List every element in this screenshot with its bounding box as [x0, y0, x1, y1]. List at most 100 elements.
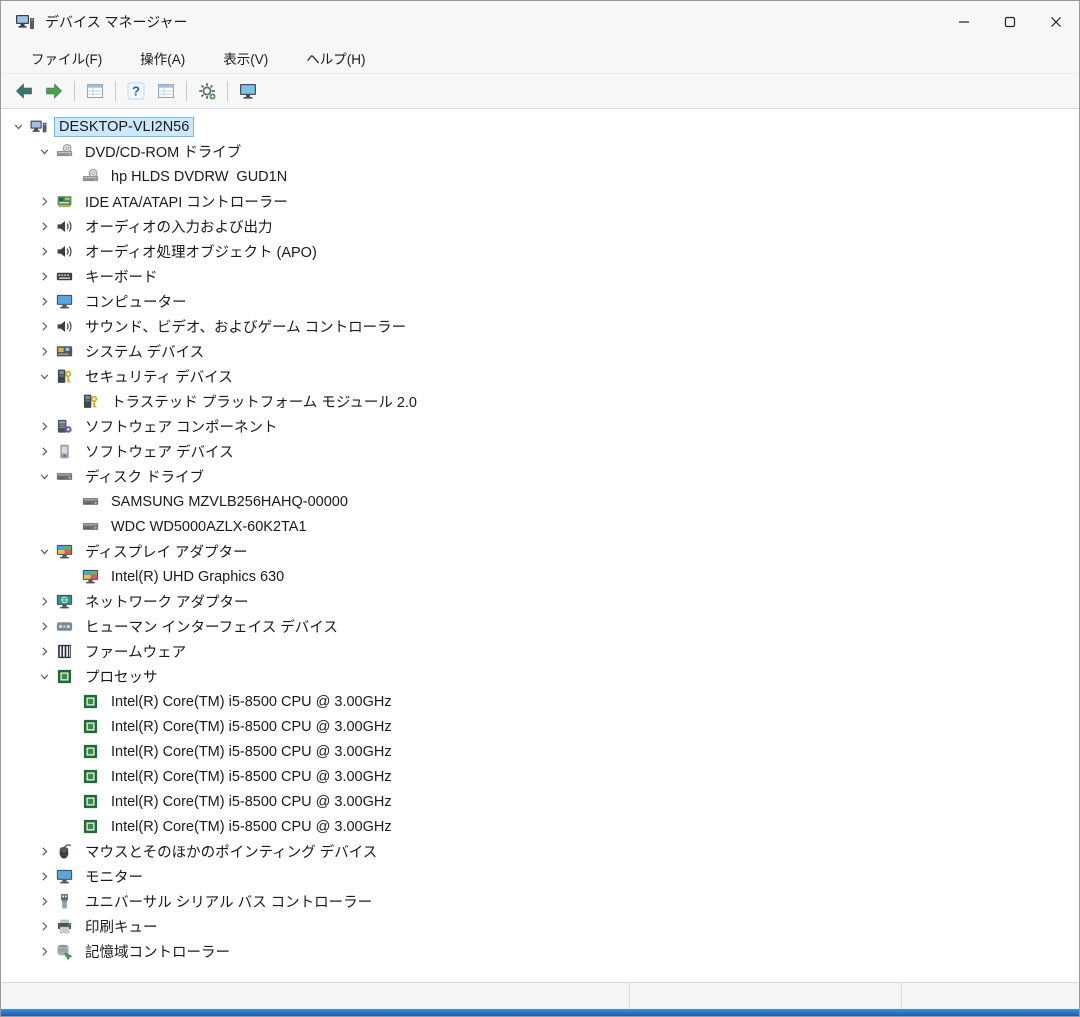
tree-item[interactable]: ソフトウェア デバイス	[1, 439, 1079, 464]
tree-item-label: コンピューター	[80, 289, 192, 314]
chevron-right-icon[interactable]	[33, 864, 55, 889]
show-console-tree-button[interactable]	[80, 77, 110, 105]
tree-item[interactable]: プロセッサ	[1, 664, 1079, 689]
tree-item[interactable]: ディスプレイ アダプター	[1, 539, 1079, 564]
tree-item[interactable]: ネットワーク アダプター	[1, 589, 1079, 614]
chevron-right-icon[interactable]	[33, 439, 55, 464]
forward-button[interactable]	[39, 77, 69, 105]
chevron-spacer	[59, 514, 81, 539]
chevron-right-icon[interactable]	[33, 314, 55, 339]
monitor-icon	[55, 868, 73, 886]
dvd-drive-icon	[55, 143, 73, 161]
chevron-right-icon[interactable]	[33, 889, 55, 914]
software-component-icon	[55, 418, 73, 436]
tree-item[interactable]: モニター	[1, 864, 1079, 889]
tree-item[interactable]: システム デバイス	[1, 339, 1079, 364]
system-device-icon	[55, 343, 73, 361]
chevron-spacer	[59, 714, 81, 739]
chevron-right-icon[interactable]	[33, 914, 55, 939]
tree-item-label: Intel(R) Core(TM) i5-8500 CPU @ 3.00GHz	[106, 767, 397, 787]
firmware-icon	[55, 643, 73, 661]
scan-hardware-button[interactable]	[192, 77, 222, 105]
chevron-right-icon[interactable]	[33, 339, 55, 364]
tree-item[interactable]: DVD/CD-ROM ドライブ	[1, 139, 1079, 164]
tree-item-label: キーボード	[80, 264, 163, 289]
tree-item[interactable]: Intel(R) Core(TM) i5-8500 CPU @ 3.00GHz	[1, 764, 1079, 789]
tree-item[interactable]: Intel(R) Core(TM) i5-8500 CPU @ 3.00GHz	[1, 714, 1079, 739]
tree-item[interactable]: 印刷キュー	[1, 914, 1079, 939]
tree-item-label: システム デバイス	[80, 339, 209, 364]
dvd-drive-icon	[81, 168, 99, 186]
chevron-right-icon[interactable]	[33, 189, 55, 214]
menu-view[interactable]: 表示(V)	[211, 44, 280, 72]
back-button[interactable]	[9, 77, 39, 105]
monitor-icon	[55, 293, 73, 311]
tree-item[interactable]: ファームウェア	[1, 639, 1079, 664]
tree-item[interactable]: コンピューター	[1, 289, 1079, 314]
chevron-right-icon[interactable]	[33, 589, 55, 614]
chevron-spacer	[59, 689, 81, 714]
help-button[interactable]: ?	[121, 77, 151, 105]
hid-device-icon	[55, 618, 73, 636]
menu-help[interactable]: ヘルプ(H)	[294, 44, 377, 72]
tree-item[interactable]: Intel(R) Core(TM) i5-8500 CPU @ 3.00GHz	[1, 739, 1079, 764]
network-adapter-icon	[55, 593, 73, 611]
tree-item[interactable]: マウスとそのほかのポインティング デバイス	[1, 839, 1079, 864]
tree-item[interactable]: ヒューマン インターフェイス デバイス	[1, 614, 1079, 639]
chevron-down-icon[interactable]	[33, 464, 55, 489]
tree-item[interactable]: ユニバーサル シリアル バス コントローラー	[1, 889, 1079, 914]
tree-item[interactable]: DESKTOP-VLI2N56	[1, 114, 1079, 139]
tree-item-label: ソフトウェア コンポーネント	[80, 414, 283, 439]
toolbar-separator	[227, 81, 228, 101]
tree-item[interactable]: IDE ATA/ATAPI コントローラー	[1, 189, 1079, 214]
tree-item[interactable]: オーディオ処理オブジェクト (APO)	[1, 239, 1079, 264]
tree-item[interactable]: Intel(R) Core(TM) i5-8500 CPU @ 3.00GHz	[1, 789, 1079, 814]
tree-item-label: hp HLDS DVDRW GUD1N	[106, 167, 292, 187]
chevron-down-icon[interactable]	[7, 114, 29, 139]
menu-action[interactable]: 操作(A)	[128, 44, 197, 72]
tree-item[interactable]: hp HLDS DVDRW GUD1N	[1, 164, 1079, 189]
tree-item[interactable]: サウンド、ビデオ、およびゲーム コントローラー	[1, 314, 1079, 339]
menu-file[interactable]: ファイル(F)	[19, 44, 114, 72]
disk-drive-icon	[55, 468, 73, 486]
chevron-down-icon[interactable]	[33, 539, 55, 564]
tree-item[interactable]: トラステッド プラットフォーム モジュール 2.0	[1, 389, 1079, 414]
tree-item[interactable]: WDC WD5000AZLX-60K2TA1	[1, 514, 1079, 539]
chevron-right-icon[interactable]	[33, 639, 55, 664]
close-button[interactable]	[1033, 1, 1079, 43]
tree-item[interactable]: SAMSUNG MZVLB256HAHQ-00000	[1, 489, 1079, 514]
chevron-right-icon[interactable]	[33, 414, 55, 439]
maximize-button[interactable]	[987, 1, 1033, 43]
usb-icon	[55, 893, 73, 911]
tree-item[interactable]: セキュリティ デバイス	[1, 364, 1079, 389]
tree-item-label: ヒューマン インターフェイス デバイス	[80, 614, 343, 639]
chevron-down-icon[interactable]	[33, 364, 55, 389]
scan-hardware-icon	[197, 81, 217, 101]
tree-item[interactable]: ディスク ドライブ	[1, 464, 1079, 489]
keyboard-icon	[55, 268, 73, 286]
tree-item[interactable]: Intel(R) Core(TM) i5-8500 CPU @ 3.00GHz	[1, 814, 1079, 839]
forward-icon	[44, 81, 64, 101]
tree-item-label: ネットワーク アダプター	[80, 589, 254, 614]
chevron-right-icon[interactable]	[33, 839, 55, 864]
chevron-down-icon[interactable]	[33, 664, 55, 689]
remote-computer-button[interactable]	[233, 77, 263, 105]
tree-item[interactable]: ソフトウェア コンポーネント	[1, 414, 1079, 439]
export-list-button[interactable]	[151, 77, 181, 105]
chevron-right-icon[interactable]	[33, 939, 55, 964]
chevron-right-icon[interactable]	[33, 614, 55, 639]
tree-item[interactable]: Intel(R) UHD Graphics 630	[1, 564, 1079, 589]
tree-item[interactable]: キーボード	[1, 264, 1079, 289]
chevron-right-icon[interactable]	[33, 264, 55, 289]
chevron-right-icon[interactable]	[33, 214, 55, 239]
tree-item[interactable]: Intel(R) Core(TM) i5-8500 CPU @ 3.00GHz	[1, 689, 1079, 714]
chevron-right-icon[interactable]	[33, 239, 55, 264]
chevron-down-icon[interactable]	[33, 139, 55, 164]
device-manager-app-icon	[15, 12, 35, 32]
tree-item[interactable]: 記憶域コントローラー	[1, 939, 1079, 964]
display-adapter-icon	[55, 543, 73, 561]
chevron-right-icon[interactable]	[33, 289, 55, 314]
tree-item-label: モニター	[80, 864, 148, 889]
tree-item[interactable]: オーディオの入力および出力	[1, 214, 1079, 239]
minimize-button[interactable]	[941, 1, 987, 43]
